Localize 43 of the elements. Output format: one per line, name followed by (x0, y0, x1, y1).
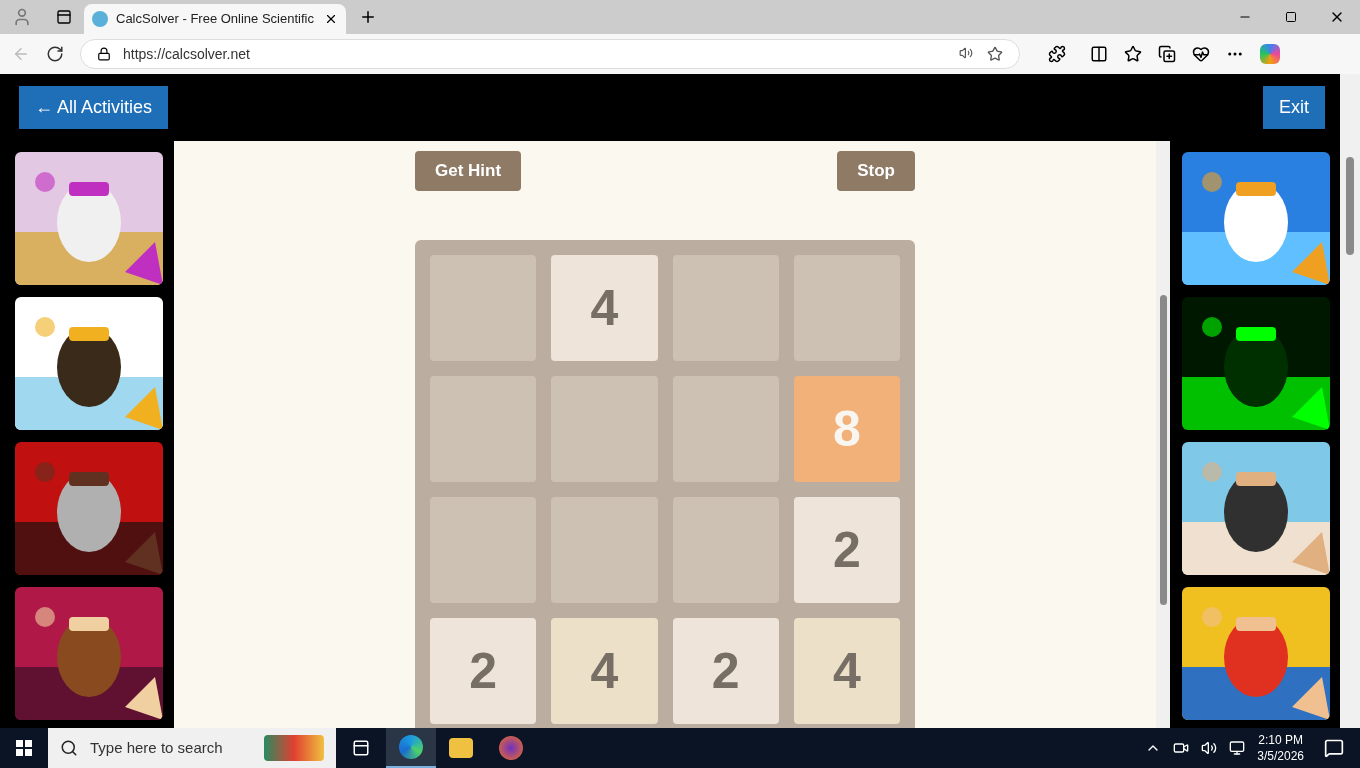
volume-icon[interactable] (1201, 740, 1218, 756)
health-icon[interactable] (1192, 45, 1210, 63)
get-hint-button[interactable]: Get Hint (415, 151, 522, 191)
new-tab-icon[interactable] (359, 8, 377, 26)
collections-icon[interactable] (1158, 45, 1176, 63)
search-field[interactable]: Type here to search (48, 728, 336, 768)
stop-button[interactable]: Stop (837, 151, 915, 191)
site-favicon (92, 11, 108, 27)
camera-icon[interactable] (1173, 740, 1190, 756)
clock-date[interactable]: 3/5/2026 (1257, 748, 1304, 764)
number-tile: 2 (672, 618, 779, 724)
network-icon[interactable] (1229, 740, 1246, 756)
search-icon (60, 739, 78, 757)
number-tile: 4 (793, 618, 900, 724)
lock-icon (97, 47, 111, 61)
notifications-icon[interactable] (1324, 738, 1344, 758)
number-tile: 2 (430, 618, 537, 724)
windows-start-icon[interactable] (16, 740, 32, 756)
exit-button[interactable]: Exit (1263, 86, 1325, 129)
scrollbar[interactable] (1156, 141, 1170, 728)
number-tile: 4 (551, 618, 658, 724)
tab-title: CalcSolver - Free Online Scientific (116, 10, 315, 29)
address-bar[interactable]: https://calcsolver.net (80, 39, 1020, 69)
split-screen-icon[interactable] (1090, 45, 1108, 63)
number-tile: 4 (551, 255, 658, 361)
number-tile: 8 (793, 376, 900, 482)
folder-icon[interactable] (449, 738, 473, 758)
favorite-icon[interactable] (987, 46, 1003, 62)
url-text: https://calcsolver.net (123, 44, 251, 64)
close-icon[interactable] (324, 12, 338, 26)
extensions-icon[interactable] (1048, 45, 1066, 63)
copilot-icon[interactable] (1260, 44, 1280, 64)
profile-icon[interactable] (12, 7, 32, 27)
reload-icon[interactable] (46, 45, 64, 63)
task-view-icon[interactable] (352, 739, 370, 757)
restore-icon[interactable] (1285, 11, 1297, 23)
number-tile: 2 (793, 497, 900, 603)
browser-tab[interactable]: CalcSolver - Free Online Scientific (84, 4, 346, 34)
favorites-icon[interactable] (1124, 45, 1142, 63)
tab-actions-icon[interactable] (56, 9, 72, 25)
clock-time[interactable]: 2:10 PM (1258, 732, 1303, 748)
scrollbar[interactable] (1340, 74, 1360, 728)
all-activities-button[interactable]: ← All Activities (19, 86, 169, 129)
